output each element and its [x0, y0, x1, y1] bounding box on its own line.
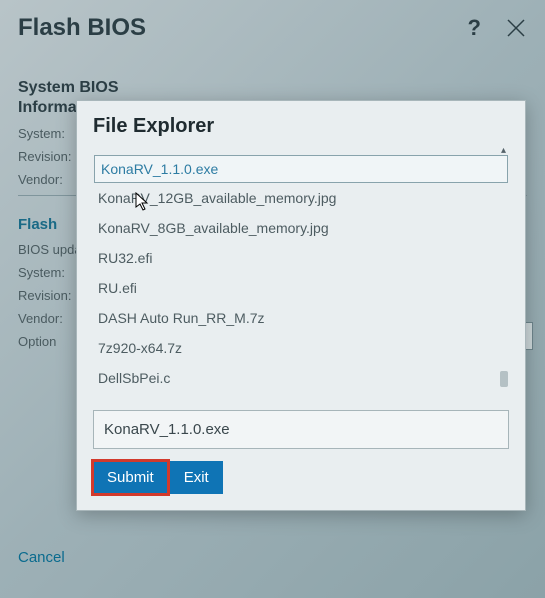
file-item[interactable]: KonaRV_8GB_available_memory.jpg — [94, 213, 508, 243]
file-item[interactable]: DellSbPei.c — [94, 363, 508, 393]
window-title: Flash BIOS — [18, 14, 146, 42]
title-controls: ? — [468, 15, 527, 41]
file-item[interactable]: RU.efi — [94, 273, 508, 303]
scroll-up-icon[interactable]: ▴ — [501, 145, 506, 156]
file-item[interactable]: 7z920-x64.7z — [94, 333, 508, 363]
section-header-flash: Flash — [18, 216, 57, 233]
file-item[interactable]: RU32.efi — [94, 243, 508, 273]
file-item[interactable]: DASH Auto Run_RR_M.7z — [94, 303, 508, 333]
dialog-title: File Explorer — [93, 115, 509, 138]
file-item[interactable]: KonaRV_12GB_available_memory.jpg — [94, 183, 508, 213]
submit-button[interactable]: Submit — [93, 461, 168, 494]
file-explorer-dialog: File Explorer ▴ KonaRV_1.1.0.exe KonaRV_… — [76, 100, 526, 511]
help-icon[interactable]: ? — [468, 15, 481, 41]
exit-button[interactable]: Exit — [170, 461, 223, 494]
titlebar: Flash BIOS ? — [18, 14, 527, 42]
selected-file-input[interactable]: KonaRV_1.1.0.exe — [93, 410, 509, 449]
scrollbar-thumb[interactable] — [500, 371, 508, 387]
file-item[interactable]: KonaRV_1.1.0.exe — [94, 155, 508, 183]
file-list[interactable]: ▴ KonaRV_1.1.0.exe KonaRV_12GB_available… — [93, 154, 509, 394]
dialog-buttons: Submit Exit — [93, 461, 509, 494]
cancel-button[interactable]: Cancel — [18, 549, 65, 566]
close-icon[interactable] — [505, 17, 527, 39]
